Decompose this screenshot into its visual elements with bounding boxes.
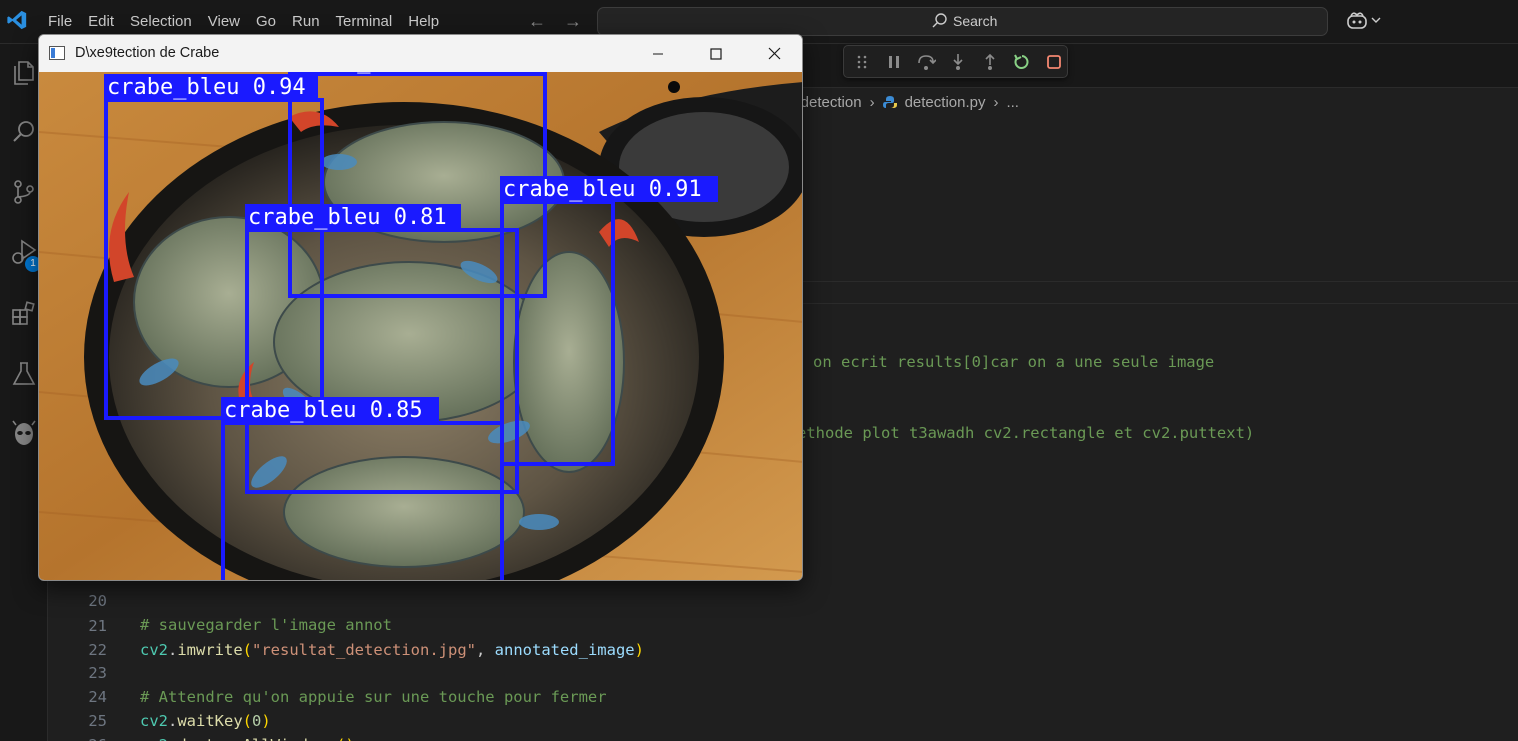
vscode-logo-icon	[7, 10, 27, 30]
breadcrumb-more[interactable]: ...	[1006, 94, 1019, 111]
extensions-icon[interactable]	[10, 300, 38, 328]
alien-extension-icon[interactable]	[10, 420, 38, 448]
line-number: 26	[54, 733, 107, 741]
code-line[interactable]: 23 # Attendre qu'on appuie sur une touch…	[54, 637, 1518, 706]
forward-arrow-icon[interactable]: →	[562, 10, 584, 32]
explorer-icon[interactable]	[10, 58, 38, 86]
copilot-button[interactable]	[1346, 10, 1382, 30]
search-label: Search	[953, 13, 998, 29]
detection-label: crabe_bleu 0.92	[291, 72, 490, 74]
detection-label: crabe_bleu 0.91	[503, 177, 702, 202]
code-text: cv2.destroyAllWindows()	[140, 733, 355, 741]
close-icon	[768, 47, 780, 60]
maximize-icon	[710, 47, 722, 60]
code-line[interactable]: 22	[54, 614, 1518, 659]
window-app-icon	[49, 46, 65, 60]
detection-label: crabe_bleu 0.81	[248, 205, 447, 230]
code-comment-fragment: on ecrit results[0]car on a une seule im…	[813, 353, 1215, 371]
breadcrumb: n_detection › detection.py › ...	[784, 91, 1019, 113]
back-arrow-icon[interactable]: ←	[526, 10, 548, 32]
code-comment-fragment: ethode plot t3awadh cv2.rectangle et cv2…	[797, 424, 1255, 442]
code-line[interactable]: 21 cv2.imwrite("resultat_detection.jpg",…	[54, 590, 1518, 659]
detection-image: crabe_bleu 0.94crabe_bleu 0.92 crabe_bleu…	[39, 72, 802, 580]
close-button[interactable]	[745, 35, 802, 72]
code-line[interactable]: 26	[54, 709, 1518, 741]
code-line[interactable]: 24 cv2.waitKey(0)	[54, 661, 1518, 730]
minimize-button[interactable]	[629, 35, 687, 72]
debug-toolbar	[843, 45, 1068, 78]
detection-label: crabe_bleu 0.85	[224, 398, 423, 423]
restart-icon[interactable]	[1012, 52, 1032, 72]
drag-handle-icon[interactable]	[852, 52, 872, 72]
search-sidebar-icon[interactable]	[10, 118, 38, 146]
window-title: D\xe9tection de Crabe	[75, 45, 220, 61]
maximize-button[interactable]	[687, 35, 745, 72]
opencv-window[interactable]: D\xe9tection de Crabe crabe_bleu 0.94 cr…	[38, 34, 803, 581]
breadcrumb-file[interactable]: detection.py	[905, 94, 986, 111]
code-line[interactable]: 25 cv2.destroyAllWindows()	[54, 685, 1518, 741]
testing-icon[interactable]	[10, 360, 38, 388]
chevron-right-icon: ›	[869, 93, 875, 111]
chevron-down-icon	[1371, 17, 1381, 23]
command-search-box[interactable]: Search	[597, 7, 1328, 36]
navigation-arrows: ← →	[526, 10, 584, 32]
source-control-icon[interactable]	[10, 178, 38, 206]
opencv-window-titlebar[interactable]: D\xe9tection de Crabe	[39, 35, 802, 72]
copilot-icon	[1347, 12, 1367, 29]
python-file-icon	[882, 96, 897, 108]
search-icon	[932, 13, 947, 28]
minimize-icon	[653, 53, 663, 54]
chevron-right-icon: ›	[993, 93, 999, 111]
stop-icon[interactable]	[1044, 52, 1064, 72]
pause-icon[interactable]	[884, 52, 904, 72]
step-over-icon[interactable]	[916, 52, 936, 72]
detection-label: crabe_bleu 0.94	[107, 75, 306, 100]
step-into-icon[interactable]	[948, 52, 968, 72]
step-out-icon[interactable]	[980, 52, 1000, 72]
